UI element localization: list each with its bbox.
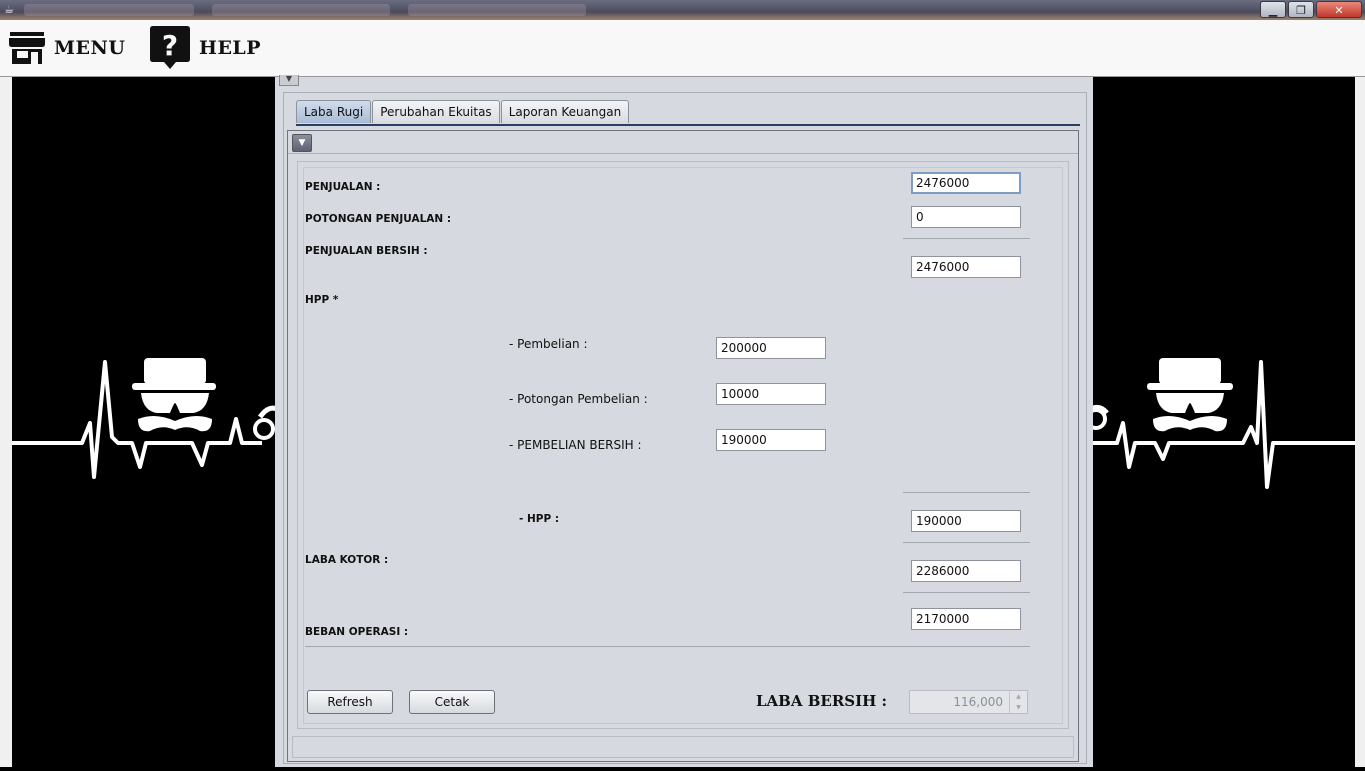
laba-bersih-spinner: 116,000 ▲ ▼: [909, 690, 1028, 714]
report-frame: Laba Rugi Perubahan Ekuitas Laporan Keua…: [283, 92, 1087, 764]
divider: [288, 153, 1078, 154]
hpp-field[interactable]: [911, 510, 1021, 532]
blurred-tab: [408, 4, 586, 16]
laba-kotor-label: LABA KOTOR :: [305, 554, 389, 566]
potongan-penjualan-label: POTONGAN PENJUALAN :: [305, 213, 452, 225]
divider: [903, 592, 1030, 593]
penjualan-bersih-field[interactable]: [911, 256, 1021, 278]
window-title-bar[interactable]: ☕ ▁ ❐ ✕: [0, 0, 1365, 20]
divider: [903, 542, 1030, 543]
help-label: HELP: [199, 37, 262, 59]
refresh-button[interactable]: Refresh: [307, 690, 393, 714]
mustache-heartbeat-art: [1085, 77, 1355, 767]
hpp-heading: HPP *: [305, 294, 339, 306]
blurred-tab: [24, 4, 194, 16]
pembelian-bersih-field[interactable]: [716, 429, 826, 451]
main-content-area: ▼ Laba Rugi Perubahan Ekuitas Laporan Ke…: [275, 75, 1093, 767]
potongan-pembelian-label: - Potongan Pembelian :: [509, 392, 648, 406]
minimize-button[interactable]: ▁: [1260, 1, 1286, 18]
laba-kotor-field[interactable]: [911, 560, 1021, 582]
menu-button[interactable]: MENU: [8, 28, 125, 68]
mustache-heartbeat-art: [0, 77, 282, 767]
pembelian-field[interactable]: [716, 337, 826, 359]
collapse-arrow-icon[interactable]: ▼: [292, 134, 312, 152]
pembelian-label: - Pembelian :: [509, 337, 588, 351]
menu-label: MENU: [54, 37, 126, 59]
penjualan-bersih-label: PENJUALAN BERSIH :: [305, 245, 428, 257]
spin-up-icon: ▲: [1016, 693, 1021, 700]
penjualan-field[interactable]: [911, 172, 1021, 194]
blurred-tab: [212, 4, 390, 16]
penjualan-label: PENJUALAN :: [305, 181, 381, 193]
desktop-edge: [0, 77, 12, 767]
question-icon: ?: [150, 26, 190, 70]
divider: [903, 238, 1030, 239]
collapse-toggle-icon[interactable]: ▼: [279, 75, 299, 86]
potongan-pembelian-field[interactable]: [716, 383, 826, 405]
cetak-button[interactable]: Cetak: [409, 690, 495, 714]
spinner-buttons: ▲ ▼: [1009, 691, 1027, 713]
beban-operasi-label: BEBAN OPERASI :: [305, 626, 409, 638]
tab-perubahan-ekuitas[interactable]: Perubahan Ekuitas: [372, 100, 500, 123]
menu-bar: MENU ? HELP: [0, 20, 1365, 77]
divider: [305, 646, 1030, 647]
pembelian-bersih-label: - PEMBELIAN BERSIH :: [509, 438, 642, 452]
tab-underline: [296, 124, 1080, 126]
hpp-label: - HPP :: [519, 513, 560, 525]
income-statement-form: PENJUALAN : POTONGAN PENJUALAN : PENJUAL…: [297, 161, 1069, 729]
help-button[interactable]: ? HELP: [150, 26, 262, 70]
beban-operasi-field[interactable]: [911, 608, 1021, 630]
java-icon: ☕: [4, 3, 14, 16]
restore-button[interactable]: ❐: [1288, 1, 1314, 18]
close-button[interactable]: ✕: [1316, 1, 1362, 18]
status-strip: [292, 736, 1074, 758]
laba-bersih-label: LABA BERSIH :: [756, 692, 888, 710]
tab-laporan-keuangan[interactable]: Laporan Keuangan: [500, 100, 630, 123]
laba-bersih-value: 116,000: [953, 695, 1003, 709]
store-icon: [8, 30, 46, 66]
tab-laba-rugi[interactable]: Laba Rugi: [296, 100, 372, 123]
desktop-edge: [1355, 77, 1365, 767]
laba-rugi-panel: ▼ PENJUALAN : POTONGAN PENJUALAN : PENJU…: [287, 130, 1079, 762]
tab-strip: Laba Rugi Perubahan Ekuitas Laporan Keua…: [296, 100, 630, 124]
potongan-penjualan-field[interactable]: [911, 206, 1021, 228]
divider: [903, 492, 1030, 493]
spin-down-icon: ▼: [1016, 704, 1021, 711]
svg-text:?: ?: [162, 29, 178, 62]
